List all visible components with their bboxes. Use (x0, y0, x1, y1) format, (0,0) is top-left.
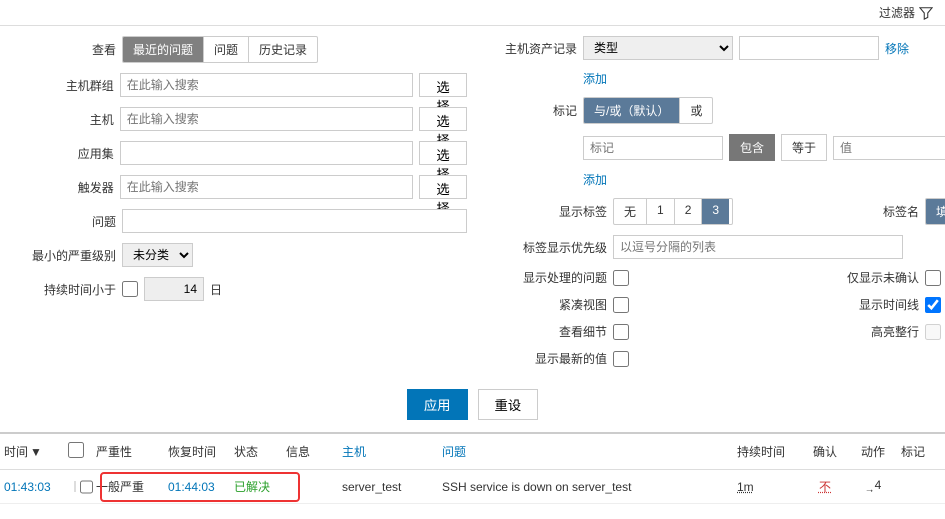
showtags-label: 显示标签 (497, 203, 607, 220)
th-actions: 动作 (853, 443, 893, 460)
timeline-check[interactable] (925, 297, 941, 313)
details-check[interactable] (613, 324, 629, 340)
row-status: 已解决 (234, 478, 278, 495)
tag-contains-btn[interactable]: 包含 (729, 134, 775, 161)
tagname-full[interactable]: 填满 (926, 199, 945, 224)
row-host[interactable]: server_test (342, 480, 434, 494)
problem-input[interactable] (122, 209, 467, 233)
tag-mode-toggle[interactable]: 与/或（默认） 或 (583, 97, 713, 124)
app-select-btn[interactable]: 选择 (419, 141, 467, 165)
tag-label: 标记 (497, 102, 577, 119)
showtags-1[interactable]: 1 (646, 199, 674, 224)
th-info: 信息 (286, 443, 334, 460)
age-value[interactable] (144, 277, 204, 301)
th-ack: 确认 (805, 443, 845, 460)
th-duration: 持续时间 (737, 443, 797, 460)
table-header: 时间▼ 严重性 恢复时间 状态 信息 主机 问题 持续时间 确认 动作 标记 (0, 432, 945, 470)
th-status: 状态 (234, 443, 278, 460)
th-recovery: 恢复时间 (168, 443, 226, 460)
select-all-check[interactable] (68, 442, 84, 458)
age-label: 持续时间小于 (20, 281, 116, 298)
view-toggle[interactable]: 最近的问题 问题 历史记录 (122, 36, 318, 63)
hostgroup-label: 主机群组 (20, 77, 114, 94)
th-time[interactable]: 时间▼ (4, 443, 60, 460)
age-unit: 日 (210, 281, 222, 298)
showtags-3[interactable]: 3 (701, 199, 729, 224)
trigger-input[interactable] (120, 175, 413, 199)
sort-desc-icon: ▼ (30, 445, 42, 459)
tagname-label: 标签名 (739, 203, 919, 220)
row-recovery[interactable]: 01:44:03 (168, 480, 226, 494)
arrow-icon: → (865, 484, 875, 495)
asset-remove-link[interactable]: 移除 (885, 40, 909, 57)
showtags-toggle[interactable]: 无 1 2 3 (613, 198, 733, 225)
timeline-label: 显示时间线 (739, 296, 919, 313)
severity-select[interactable]: 未分类 (122, 243, 193, 267)
show-latest-label: 显示最新的值 (497, 350, 607, 367)
reset-button[interactable]: 重设 (478, 389, 539, 420)
row-problem[interactable]: SSH service is down on server_test (442, 480, 729, 494)
filter-label: 过滤器 (879, 4, 915, 21)
show-processed-label: 显示处理的问题 (497, 269, 607, 286)
only-unack-check[interactable] (925, 270, 941, 286)
row-time[interactable]: 01:43:03 (4, 480, 60, 494)
view-recent[interactable]: 最近的问题 (123, 37, 203, 62)
row-severity: 一般严重 (96, 478, 160, 495)
highlight-label: 高亮整行 (739, 323, 919, 340)
filter-toggle[interactable]: 过滤器 (879, 4, 933, 21)
tag-equals-btn[interactable]: 等于 (781, 134, 827, 161)
th-severity[interactable]: 严重性 (96, 443, 160, 460)
asset-label: 主机资产记录 (497, 40, 577, 57)
asset-value-input[interactable] (739, 36, 879, 60)
show-processed-check[interactable] (613, 270, 629, 286)
tag-add-link[interactable]: 添加 (583, 171, 607, 188)
tag-value-input[interactable] (833, 136, 945, 160)
asset-add-link[interactable]: 添加 (583, 70, 607, 87)
tag-mode-andor[interactable]: 与/或（默认） (584, 98, 679, 123)
trigger-label: 触发器 (20, 179, 114, 196)
showtags-2[interactable]: 2 (674, 199, 702, 224)
tag-mode-or[interactable]: 或 (679, 98, 712, 123)
timeline-connector-icon (74, 481, 76, 492)
tag-priority-label: 标签显示优先级 (497, 239, 607, 256)
showtags-none[interactable]: 无 (614, 199, 646, 224)
age-checkbox[interactable] (122, 281, 138, 297)
app-label: 应用集 (20, 145, 114, 162)
view-history[interactable]: 历史记录 (248, 37, 317, 62)
problem-label: 问题 (20, 213, 116, 230)
filter-icon (919, 6, 933, 20)
tag-name-input[interactable] (583, 136, 723, 160)
only-unack-label: 仅显示未确认 (739, 269, 919, 286)
row-ack[interactable]: 不 (805, 478, 845, 495)
hostgroup-input[interactable] (120, 73, 413, 97)
app-input[interactable] (120, 141, 413, 165)
host-input[interactable] (120, 107, 413, 131)
details-label: 查看细节 (497, 323, 607, 340)
apply-button[interactable]: 应用 (407, 389, 468, 420)
host-label: 主机 (20, 111, 114, 128)
row-check[interactable] (80, 479, 93, 495)
severity-label: 最小的严重级别 (20, 247, 116, 264)
th-problem[interactable]: 问题 (442, 443, 729, 460)
tag-priority-input[interactable] (613, 235, 903, 259)
th-tags: 标记 (901, 443, 941, 460)
view-problems[interactable]: 问题 (203, 37, 248, 62)
row-actions[interactable]: →4 (853, 478, 893, 495)
table-row: 01:43:03 一般严重 01:44:03 已解决 server_test S… (0, 470, 945, 504)
view-label: 查看 (20, 41, 116, 58)
host-select-btn[interactable]: 选择 (419, 107, 467, 131)
highlight-check[interactable] (925, 324, 941, 340)
compact-check[interactable] (613, 297, 629, 313)
th-host[interactable]: 主机 (342, 443, 434, 460)
asset-type-select[interactable]: 类型 (583, 36, 733, 60)
hostgroup-select-btn[interactable]: 选择 (419, 73, 467, 97)
row-duration[interactable]: 1m (737, 480, 797, 494)
trigger-select-btn[interactable]: 选择 (419, 175, 467, 199)
tagname-toggle[interactable]: 填满 缩短 无 (925, 198, 945, 225)
show-latest-check[interactable] (613, 351, 629, 367)
compact-label: 紧凑视图 (497, 296, 607, 313)
